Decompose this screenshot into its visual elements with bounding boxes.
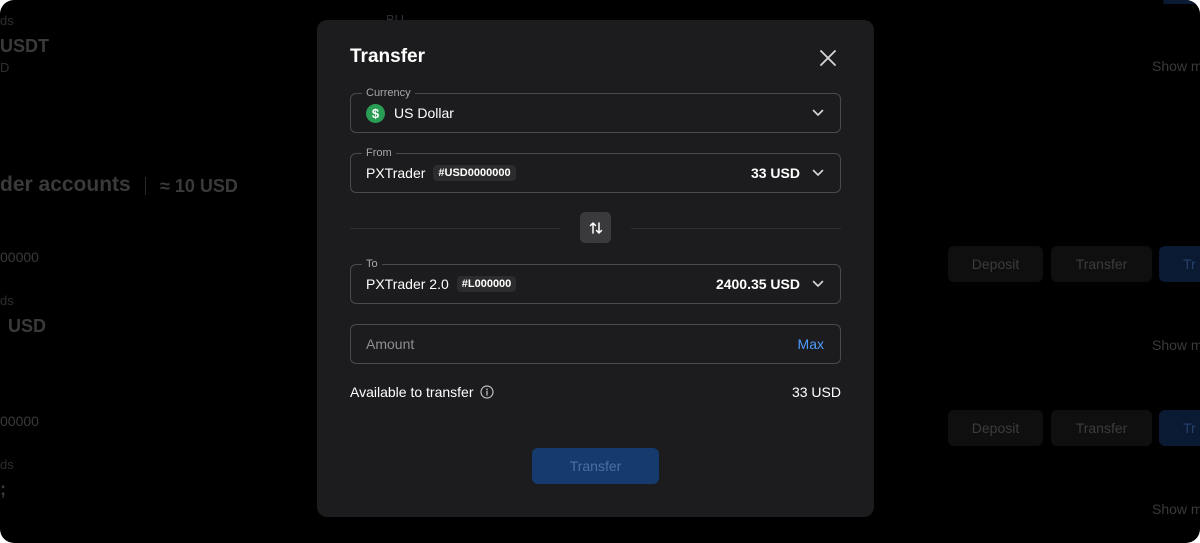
bg-show-more-3[interactable]: Show m [1152,501,1200,517]
swap-divider-left [350,228,560,229]
bg-show-more-2[interactable]: Show m [1152,337,1200,353]
amount-input[interactable] [366,336,798,352]
swap-divider-right [631,228,841,229]
currency-label: Currency [362,86,415,100]
available-row: Available to transfer 33 USD [350,383,841,401]
to-label: To [362,257,382,271]
bg-ds-label-3: ds [0,457,14,472]
bg-transfer-button-2[interactable]: Transfer [1051,410,1152,446]
bg-show-more-1[interactable]: Show m [1152,58,1200,74]
bg-ds-label-1: ds [0,13,14,28]
bg-separator [145,177,146,195]
bg-ds-label-2: ds [0,293,14,308]
bg-d-label: D [0,60,10,75]
bg-section-total: ≈ 10 USD [160,176,238,196]
max-button[interactable]: Max [798,336,824,352]
currency-select[interactable]: Currency $ US Dollar [350,86,841,133]
modal-title: Transfer [350,46,425,67]
transfer-modal: Transfer Currency $ US Dollar From PXTra… [317,20,874,517]
bg-currency-usdt: USDT [0,36,49,56]
bg-account-id-2: 00000 [0,413,39,429]
close-button[interactable] [816,46,840,70]
chevron-down-icon [812,280,824,287]
app-frame: BU ds USDT D Show m der accounts ≈ 10 US… [0,0,1200,543]
from-account-name: PXTrader [366,165,426,181]
bg-section-title: der accounts [0,173,131,196]
bg-deposit-button-2[interactable]: Deposit [948,410,1043,446]
to-account-balance: 2400.35 USD [715,276,800,292]
swap-accounts-button[interactable] [580,212,611,243]
from-account-balance: 33 USD [750,165,800,181]
dollar-icon: $ [366,103,385,123]
bg-trade-button-1[interactable]: Tr [1159,246,1200,282]
to-account-tag: #L000000 [456,276,517,292]
bg-trade-button-2[interactable]: Tr [1159,410,1200,446]
info-icon[interactable] [480,385,495,399]
from-account-tag: #USD0000000 [433,165,516,181]
swap-vertical-icon [589,221,602,234]
currency-value: US Dollar [394,105,454,121]
amount-field: Max [350,324,841,364]
chevron-down-icon [812,109,824,116]
swap-row [350,212,841,244]
transfer-submit-button[interactable]: Transfer [532,448,659,484]
available-value: 33 USD [791,384,841,400]
bg-transfer-button-1[interactable]: Transfer [1051,246,1152,282]
to-account-select[interactable]: To PXTrader 2.0 #L000000 2400.35 USD [350,257,841,304]
available-label: Available to transfer [350,384,474,400]
bg-deposit-button-1[interactable]: Deposit [948,246,1043,282]
chevron-down-icon [812,169,824,176]
bg-account-id-1: 00000 [0,249,39,265]
to-account-name: PXTrader 2.0 [366,276,449,292]
bg-top-pill [1163,0,1200,4]
bg-balance-3: ; [0,479,6,499]
from-account-select[interactable]: From PXTrader #USD0000000 33 USD [350,146,841,193]
bg-balance-2: USD [8,316,47,336]
from-label: From [362,146,396,160]
close-icon [820,50,836,66]
